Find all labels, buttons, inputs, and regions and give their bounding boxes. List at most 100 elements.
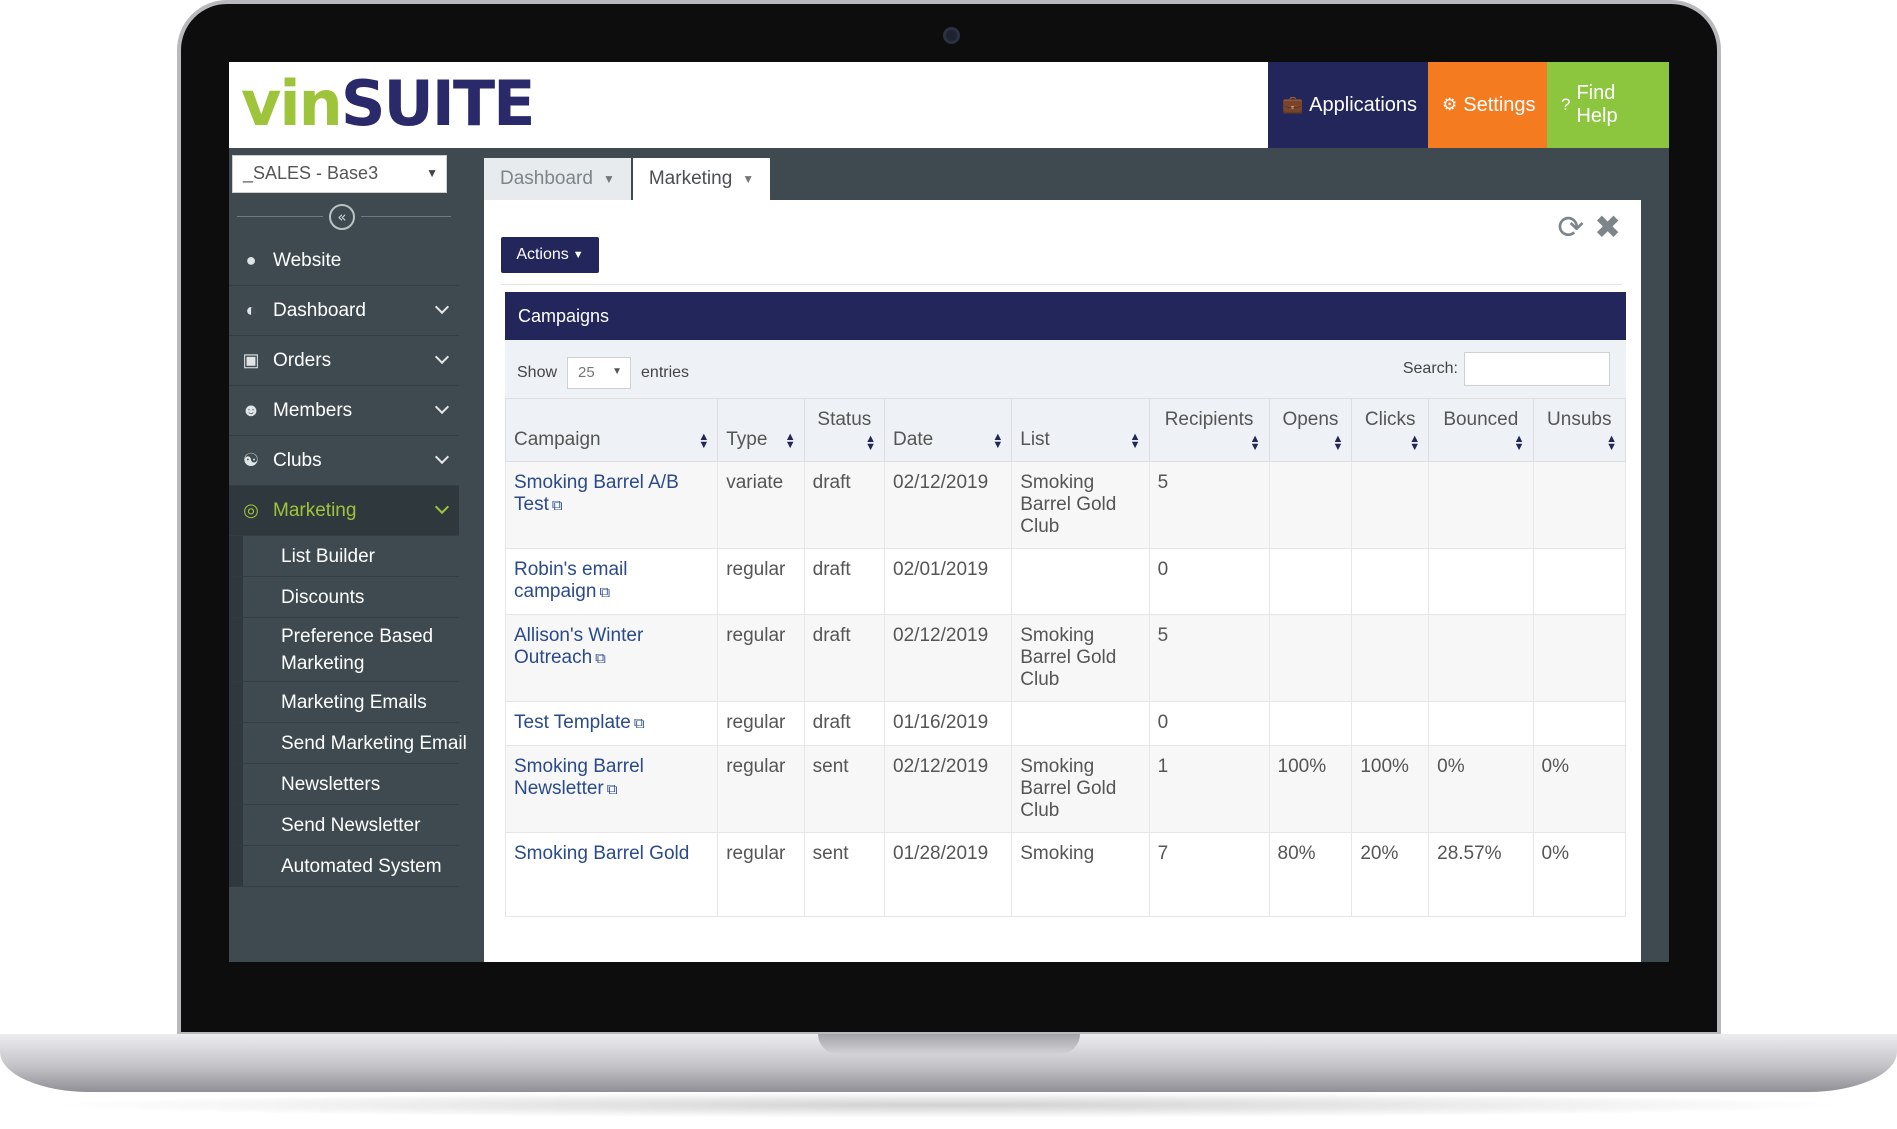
campaign-link[interactable]: Smoking Barrel A/B Test bbox=[514, 472, 679, 515]
campaign-cell[interactable]: Smoking Barrel A/B Test ⧉ bbox=[504, 461, 719, 549]
campaign-cell[interactable]: Test Template ⧉ bbox=[504, 701, 719, 746]
sidebar-item-label: Members bbox=[273, 399, 353, 421]
column-header-list[interactable]: List ▲ ▼ bbox=[1011, 398, 1150, 462]
column-header-date[interactable]: Date ▲ ▼ bbox=[884, 398, 1013, 462]
column-header-status[interactable]: Status ▲ ▼ bbox=[803, 398, 886, 462]
tab-dashboard[interactable]: Dashboard ▼ bbox=[484, 158, 631, 200]
sidebar-item-marketing[interactable]: ◎ Marketing bbox=[229, 486, 459, 536]
campaigns-header: Campaigns bbox=[505, 292, 1626, 340]
bounced-cell bbox=[1428, 461, 1534, 549]
sidebar-subitem-discounts[interactable]: Discounts bbox=[229, 577, 459, 618]
external-link-icon[interactable]: ⧉ bbox=[595, 650, 606, 667]
recipients-cell: 0 bbox=[1148, 548, 1270, 615]
unsubs-cell bbox=[1532, 701, 1627, 746]
tab-label: Marketing bbox=[648, 168, 733, 189]
screen: vinSUITE 💼 Applications ⚙ Settings ? Find H… bbox=[229, 62, 1669, 962]
campaigns-table: Campaign ▲ ▼ Type ▲ ▼ Status ▲ ▼ Date ▲ ▼ List ▲ ▼… bbox=[504, 398, 1627, 917]
laptop-shadow bbox=[40, 1092, 1857, 1118]
column-header-campaign[interactable]: Campaign ▲ ▼ bbox=[504, 398, 719, 462]
column-header-label: Opens bbox=[1282, 409, 1339, 430]
sidebar-item-members[interactable]: ☻ Members bbox=[229, 386, 459, 436]
sort-icon: ▲ ▼ bbox=[1513, 433, 1525, 453]
campaign-cell[interactable]: Robin's email campaign ⧉ bbox=[504, 548, 719, 615]
campaign-link[interactable]: Smoking Barrel Newsletter bbox=[514, 756, 644, 799]
date-cell: 02/01/2019 bbox=[884, 548, 1013, 615]
refresh-icon[interactable]: ⟳ bbox=[1557, 208, 1584, 246]
column-header-unsubs[interactable]: Unsubs ▲ ▼ bbox=[1532, 398, 1627, 462]
external-link-icon[interactable]: ⧉ bbox=[634, 715, 645, 732]
campaign-cell[interactable]: Smoking Barrel Newsletter ⧉ bbox=[504, 745, 719, 833]
page-length-control: Show 25 ▼ entries bbox=[517, 357, 689, 389]
close-icon[interactable]: ✖ bbox=[1594, 208, 1621, 246]
sort-icon: ▲ ▼ bbox=[1129, 431, 1141, 451]
vinsuite-logo[interactable]: vinSUITE bbox=[241, 64, 536, 144]
campaign-link[interactable]: Test Template bbox=[514, 712, 631, 733]
campaign-link[interactable]: Smoking Barrel Gold bbox=[514, 843, 689, 864]
site-select[interactable]: _SALES - Base3 ▼ bbox=[232, 155, 447, 193]
sidebar-item-website[interactable]: ● Website bbox=[229, 236, 459, 286]
opens-cell bbox=[1268, 614, 1353, 702]
column-header-clicks[interactable]: Clicks ▲ ▼ bbox=[1351, 398, 1430, 462]
caret-down-icon: ▼ bbox=[742, 172, 755, 186]
list-cell bbox=[1011, 548, 1150, 615]
actions-button[interactable]: Actions ▼ bbox=[501, 237, 599, 273]
applications-button[interactable]: 💼 Applications bbox=[1268, 62, 1428, 148]
search-input[interactable] bbox=[1464, 352, 1610, 386]
show-label: Show bbox=[517, 364, 558, 381]
sort-icon: ▲ ▼ bbox=[1249, 433, 1261, 453]
page-length-select[interactable]: 25 ▼ bbox=[567, 357, 632, 389]
sidebar-subitem-newsletters[interactable]: Newsletters bbox=[229, 764, 459, 805]
bounced-cell bbox=[1428, 701, 1534, 746]
collapse-sidebar-icon[interactable]: « bbox=[329, 204, 355, 230]
recipients-cell: 5 bbox=[1148, 461, 1270, 549]
campaign-cell[interactable]: Allison's Winter Outreach ⧉ bbox=[504, 614, 719, 702]
clicks-cell bbox=[1351, 701, 1430, 746]
recipients-cell: 0 bbox=[1148, 701, 1270, 746]
sidebar-item-clubs[interactable]: ☯ Clubs bbox=[229, 436, 459, 486]
sidebar-subitem-list-builder[interactable]: List Builder bbox=[229, 536, 459, 577]
top-nav: 💼 Applications ⚙ Settings ? Find Help bbox=[1268, 62, 1669, 148]
date-cell: 02/12/2019 bbox=[884, 614, 1013, 702]
sidebar-item-dashboard[interactable]: ◐ Dashboard bbox=[229, 286, 459, 336]
question-icon: ? bbox=[1561, 95, 1571, 114]
column-header-type[interactable]: Type ▲ ▼ bbox=[717, 398, 805, 462]
unsubs-cell: 0% bbox=[1532, 832, 1627, 917]
sidebar-subitem-automated-system[interactable]: Automated System bbox=[229, 846, 459, 887]
column-header-label: Type bbox=[726, 429, 768, 450]
table-row: Smoking Barrel A/B Test ⧉ variate draft 0… bbox=[504, 461, 1627, 549]
bounced-cell bbox=[1428, 548, 1534, 615]
column-header-opens[interactable]: Opens ▲ ▼ bbox=[1268, 398, 1353, 462]
column-header-bounced[interactable]: Bounced ▲ ▼ bbox=[1428, 398, 1534, 462]
divider bbox=[237, 216, 323, 217]
date-cell: 01/28/2019 bbox=[884, 832, 1013, 917]
tab-marketing[interactable]: Marketing ▼ bbox=[632, 158, 771, 200]
sidebar-subitem-label: Send Newsletter bbox=[281, 814, 421, 836]
column-header-recipients[interactable]: Recipients ▲ ▼ bbox=[1148, 398, 1270, 462]
settings-button[interactable]: ⚙ Settings bbox=[1428, 62, 1547, 148]
bounced-cell: 0% bbox=[1428, 745, 1534, 833]
campaign-cell[interactable]: Smoking Barrel Gold bbox=[504, 832, 719, 917]
globe-icon: ● bbox=[245, 250, 257, 270]
sort-icon: ▲ ▼ bbox=[865, 433, 877, 453]
chevron-down-icon bbox=[434, 499, 450, 515]
campaign-link[interactable]: Robin's email campaign bbox=[514, 559, 627, 602]
external-link-icon[interactable]: ⧉ bbox=[552, 497, 563, 514]
find-help-button[interactable]: ? Find Help bbox=[1547, 62, 1669, 148]
list-cell: Smoking Barrel Gold Club bbox=[1011, 614, 1150, 702]
recipients-cell: 5 bbox=[1148, 614, 1270, 702]
external-link-icon[interactable]: ⧉ bbox=[599, 584, 610, 601]
sidebar-subitem-send-marketing-email[interactable]: Send Marketing Email bbox=[229, 723, 467, 764]
sort-icon: ▲ ▼ bbox=[1606, 433, 1617, 453]
sidebar-subitem-marketing-emails[interactable]: Marketing Emails bbox=[229, 682, 459, 723]
opens-cell bbox=[1268, 701, 1353, 746]
list-cell: Smoking Barrel Gold Club bbox=[1011, 745, 1150, 833]
sidebar-subitem-send-newsletter[interactable]: Send Newsletter bbox=[229, 805, 459, 846]
briefcase-icon: 💼 bbox=[1282, 95, 1304, 114]
divider bbox=[501, 284, 1622, 285]
sidebar-subitem-preference-based-marketing[interactable]: Preference Based Marketing bbox=[229, 618, 459, 682]
sidebar-item-orders[interactable]: ▣ Orders bbox=[229, 336, 459, 386]
chevron-down-icon bbox=[434, 399, 450, 415]
campaign-link[interactable]: Allison's Winter Outreach bbox=[514, 625, 643, 668]
external-link-icon[interactable]: ⧉ bbox=[607, 781, 618, 798]
content-panel: ⟳ ✖ Actions ▼ Campaigns Show 25 ▼ entries … bbox=[484, 200, 1641, 962]
